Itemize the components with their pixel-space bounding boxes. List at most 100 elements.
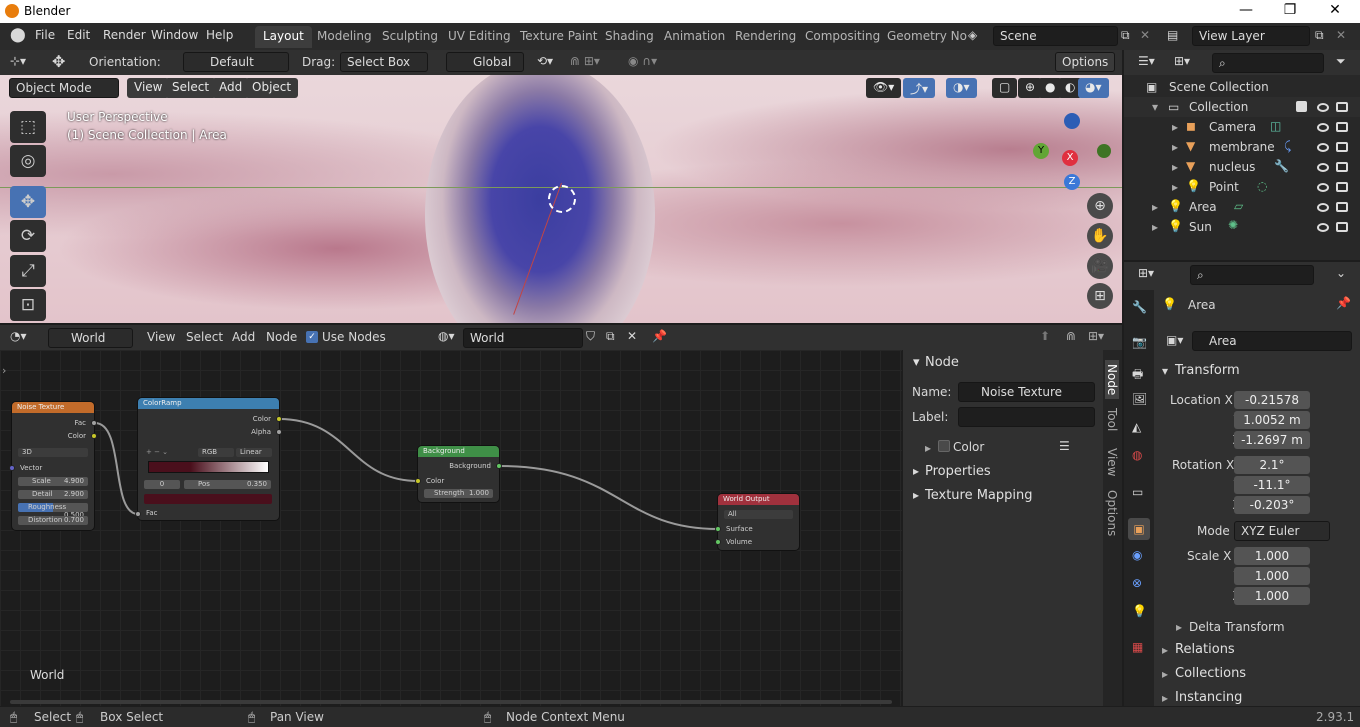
noise-color-socket[interactable] — [91, 433, 97, 439]
gizmo-x-axis[interactable]: X — [1062, 150, 1078, 166]
constraints-tab-icon[interactable]: ⊗ — [1132, 576, 1142, 590]
list-icon[interactable]: ☰ — [1059, 439, 1070, 453]
orientation-dropdown[interactable]: Default — [183, 52, 289, 72]
outliner-row-membrane[interactable]: ▸ ▼ membrane ⤹ — [1124, 137, 1360, 157]
object-name-field[interactable]: Area — [1192, 331, 1352, 351]
node-menu-view[interactable]: View — [147, 330, 175, 344]
gizmo-z-axis[interactable]: Z — [1064, 174, 1080, 190]
menu-render[interactable]: Render — [103, 28, 146, 42]
outliner-row-sun[interactable]: ▸ 💡 Sun ✺ — [1124, 217, 1360, 237]
location-y-field[interactable]: 1.0052 m — [1234, 411, 1310, 429]
proportional-edit-icon[interactable]: ◉ ∩▾ — [628, 54, 657, 68]
tab-tool[interactable]: Tool — [1105, 408, 1119, 431]
pin-icon[interactable]: 📌 — [652, 329, 667, 343]
texture-mapping-expand-icon[interactable]: ▸ — [913, 488, 919, 502]
outliner-row-collection[interactable]: ▾ ▭ Collection — [1124, 97, 1360, 117]
display-mode-icon[interactable]: ⊞▾ — [1174, 54, 1190, 68]
rotation-y-field[interactable]: -11.1° — [1234, 476, 1310, 494]
cursor-tool[interactable]: ◎ — [10, 145, 46, 177]
editor-type-icon[interactable]: ◔▾ — [10, 329, 27, 343]
unlink-world-icon[interactable]: ✕ — [627, 329, 637, 343]
noise-texture-node[interactable]: Noise Texture Fac Color 3D Vector Scale 4… — [9, 402, 97, 530]
remove-scene-icon[interactable]: ✕ — [1140, 28, 1150, 42]
zoom-icon[interactable]: ⊕ — [1087, 193, 1113, 219]
rotation-z-field[interactable]: -0.203° — [1234, 496, 1310, 514]
tab-shading[interactable]: Shading — [597, 26, 662, 48]
snap-icon[interactable]: ⋒ ⊞▾ — [570, 54, 600, 68]
menu-window[interactable]: Window — [151, 28, 198, 42]
pivot-icon[interactable]: ⟲▾ — [537, 54, 553, 68]
gizmo-y-axis[interactable]: Y — [1033, 143, 1049, 159]
transform-collapse-icon[interactable]: ▾ — [1162, 364, 1168, 378]
eye-icon[interactable] — [1317, 183, 1329, 192]
node-menu-node[interactable]: Node — [266, 330, 297, 344]
outliner-root[interactable]: ▣ Scene Collection — [1124, 77, 1360, 97]
render-camera-icon[interactable] — [1336, 222, 1348, 232]
relations-section[interactable]: Relations — [1175, 642, 1235, 657]
overlay-toggle-icon[interactable]: ◑▾ — [946, 78, 977, 98]
object-tab-icon[interactable]: ▣ — [1128, 518, 1150, 540]
node-name-field[interactable]: Noise Texture — [958, 382, 1095, 402]
noise-vector-socket[interactable] — [9, 465, 15, 471]
ramp-pos-field[interactable]: Pos 0.350 — [184, 480, 271, 489]
viewport-menu-add[interactable]: Add — [212, 78, 250, 98]
ramp-color-socket[interactable] — [276, 416, 282, 422]
scale-tool[interactable]: ⤢ — [10, 255, 46, 287]
delta-transform-section[interactable]: Delta Transform — [1189, 620, 1285, 634]
expand-icon[interactable]: ▸ — [1152, 200, 1158, 214]
noise-fac-socket[interactable] — [91, 420, 97, 426]
wout-volume-socket[interactable] — [715, 539, 721, 545]
properties-search-input[interactable]: ⌕ — [1190, 265, 1314, 285]
render-camera-icon[interactable] — [1336, 122, 1348, 132]
location-z-field[interactable]: -1.2697 m — [1234, 431, 1310, 449]
wout-surface-socket[interactable] — [715, 526, 721, 532]
transform-section[interactable]: Transform — [1175, 363, 1240, 378]
fake-user-icon[interactable]: ⛉ — [586, 329, 595, 344]
rotate-tool[interactable]: ⟳ — [10, 220, 46, 252]
noise-scale-field[interactable]: Scale 4.900 — [18, 477, 88, 486]
node-panel-chevron-icon[interactable]: ▾ — [913, 355, 920, 370]
pan-hand-icon[interactable]: ✋ — [1087, 223, 1113, 249]
tab-compositing[interactable]: Compositing — [797, 26, 888, 48]
outliner-row-point[interactable]: ▸ 💡 Point ◌ — [1124, 177, 1360, 197]
render-camera-icon[interactable] — [1336, 102, 1348, 112]
expand-icon[interactable]: ▸ — [1172, 180, 1178, 194]
tool-tab-icon[interactable]: 🔧 — [1132, 300, 1147, 314]
collections-section[interactable]: Collections — [1175, 666, 1246, 681]
outliner-row-area[interactable]: ▸ 💡 Area ▱ — [1124, 197, 1360, 217]
eye-icon[interactable] — [1317, 103, 1329, 112]
tab-node[interactable]: Node — [1105, 360, 1119, 400]
filter-icon[interactable]: ⏷ — [1336, 54, 1346, 69]
node-menu-add[interactable]: Add — [232, 330, 255, 344]
ramp-stop-color[interactable] — [144, 494, 272, 504]
tab-sculpting[interactable]: Sculpting — [374, 26, 446, 48]
bg-strength-field[interactable]: Strength 1.000 — [424, 489, 493, 498]
eye-icon[interactable] — [1317, 223, 1329, 232]
expand-icon[interactable]: ▸ — [1172, 160, 1178, 174]
delta-expand-icon[interactable]: ▸ — [1176, 620, 1182, 634]
options-dropdown[interactable]: Options — [1055, 52, 1115, 72]
colorramp-node[interactable]: ColorRamp Color Alpha + − ⌄ RGB Linear 0… — [135, 398, 282, 520]
outliner-row-camera[interactable]: ▸ ◼ Camera ◫ — [1124, 117, 1360, 137]
properties-section[interactable]: Properties — [925, 464, 991, 479]
copy-scene-icon[interactable]: ⧉ — [1121, 28, 1130, 43]
scale-z-field[interactable]: 1.000 — [1234, 587, 1310, 605]
light-data-tab-icon[interactable]: 💡 — [1132, 604, 1147, 618]
camera-view-icon[interactable]: 🎥 — [1087, 253, 1113, 279]
shader-type-dropdown[interactable]: World — [48, 328, 133, 348]
node-editor-canvas[interactable]: › Noise Texture Fac Color 3D Vector Scal… — [0, 350, 902, 706]
transform-tool[interactable]: ⊡ — [10, 289, 46, 321]
outliner-search-input[interactable]: ⌕ — [1212, 53, 1324, 73]
properties-editor-icon[interactable]: ⊞▾ — [1138, 266, 1154, 280]
ramp-mode-dropdown[interactable]: RGB — [198, 448, 234, 457]
ramp-alpha-socket[interactable] — [276, 429, 282, 435]
visibility-icon[interactable]: 👁▾ — [866, 78, 902, 98]
remove-view-layer-icon[interactable]: ✕ — [1336, 28, 1346, 42]
scene-selector[interactable]: Scene — [993, 26, 1118, 46]
texture-mapping-section[interactable]: Texture Mapping — [925, 488, 1033, 503]
outliner-row-nucleus[interactable]: ▸ ▼ nucleus 🔧 — [1124, 157, 1360, 177]
physics-tab-icon[interactable]: ◉ — [1132, 548, 1142, 562]
background-node[interactable]: Background Background Color Strength 1.00… — [415, 446, 502, 502]
world-tab-icon[interactable]: ◍ — [1132, 448, 1142, 462]
instancing-expand-icon[interactable]: ▸ — [1162, 691, 1168, 705]
